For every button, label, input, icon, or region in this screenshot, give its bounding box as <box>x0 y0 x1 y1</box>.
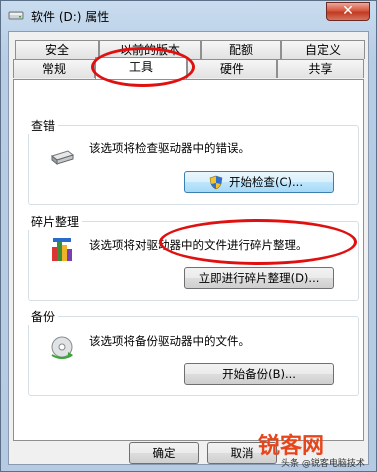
shield-icon <box>209 175 223 190</box>
backup-description: 该选项将备份驱动器中的文件。 <box>89 334 250 348</box>
tab-sharing[interactable]: 共享 <box>277 59 364 78</box>
defragment-now-label: 立即进行碎片整理(D)... <box>198 271 320 285</box>
close-icon: ✕ <box>342 3 354 19</box>
tab-hardware[interactable]: 硬件 <box>187 59 277 78</box>
tools-tab-highlight-ring <box>91 47 195 87</box>
tab-label: 硬件 <box>219 62 244 76</box>
defragment-now-button[interactable]: 立即进行碎片整理(D)... <box>184 267 334 289</box>
tab-label: 共享 <box>308 62 333 76</box>
ok-label: 确定 <box>152 446 176 460</box>
tab-label: 配额 <box>228 43 253 57</box>
tab-general[interactable]: 常规 <box>13 59 95 78</box>
close-button[interactable]: ✕ <box>326 2 370 21</box>
tab-security[interactable]: 安全 <box>15 40 99 59</box>
defrag-button-highlight-ring <box>159 219 357 265</box>
tab-label: 安全 <box>44 43 69 57</box>
defrag-icon <box>52 238 72 261</box>
error-check-group <box>28 125 359 205</box>
error-check-label: 查错 <box>28 117 59 134</box>
drive-icon <box>8 11 24 20</box>
error-check-description: 该选项将检查驱动器中的错误。 <box>89 141 250 155</box>
backup-now-button[interactable]: 开始备份(B)... <box>184 363 334 385</box>
backup-icon <box>51 336 73 359</box>
watermark-credit: 头条 @锐客电脑技术 <box>281 459 365 469</box>
title-bar[interactable]: 软件 (D:) 属性 ✕ <box>1 1 376 31</box>
cancel-label: 取消 <box>230 446 254 460</box>
tab-label: 常规 <box>41 62 66 76</box>
defrag-label: 碎片整理 <box>28 213 83 230</box>
window-title: 软件 (D:) 属性 <box>31 10 110 24</box>
tab-quota[interactable]: 配额 <box>201 40 281 59</box>
tab-label: 自定义 <box>304 43 341 57</box>
backup-label: 备份 <box>28 308 59 325</box>
window-frame: 软件 (D:) 属性 ✕ 安全 以前的版本 配额 自定义 常规 工具 硬件 共享… <box>0 0 377 472</box>
check-now-button[interactable]: 开始检查(C)... <box>184 171 334 193</box>
hard-drive-icon <box>50 150 74 166</box>
tab-customize[interactable]: 自定义 <box>281 40 365 59</box>
check-now-label: 开始检查(C)... <box>229 175 303 189</box>
ok-button[interactable]: 确定 <box>129 442 199 464</box>
backup-now-label: 开始备份(B)... <box>222 367 296 381</box>
